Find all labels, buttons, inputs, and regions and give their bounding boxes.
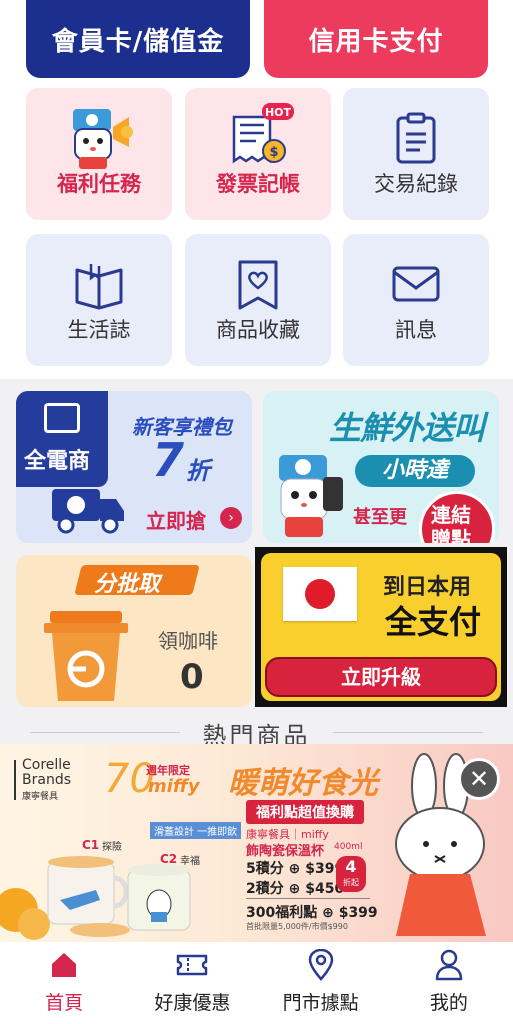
nav-label: 我的 — [429, 992, 468, 1014]
ticket-icon — [175, 948, 209, 982]
nav-profile[interactable]: 我的 — [385, 942, 513, 1024]
mascot-megaphone-icon — [59, 106, 139, 170]
offer-badge-number: 4 — [345, 857, 357, 876]
offer-1: 5積分 ⊕ $399 — [246, 861, 345, 877]
ecom-discount: 7 — [152, 433, 185, 487]
brand-divider — [14, 760, 16, 800]
offer-2: 2積分 ⊕ $450 — [246, 881, 345, 897]
fine-print: 首批限量5,000件/市價$990 — [246, 922, 348, 931]
location-pin-icon — [306, 948, 336, 982]
nav-label: 門市據點 — [282, 992, 359, 1014]
brand-cn: 康寧餐具 — [22, 792, 59, 802]
promo-fresh-delivery[interactable]: 生鮮外送叫 小時達 甚至更 連結 贈點 — [263, 391, 499, 543]
coffee-label: 領咖啡 — [158, 629, 218, 653]
tile-label: 交易紀錄 — [374, 172, 458, 196]
nav-label: 好康優惠 — [154, 992, 231, 1014]
fresh-title: 生鮮外送叫 — [329, 409, 485, 447]
product-name: 飾陶瓷保溫杯 — [246, 844, 325, 859]
fresh-badge-line2: 贈點 — [431, 527, 471, 543]
hot-badge: HOT — [265, 106, 292, 119]
nav-offers[interactable]: 好康優惠 — [128, 942, 256, 1024]
tile-label: 發票記帳 — [216, 172, 300, 196]
clipboard-icon — [386, 106, 446, 170]
tile-transaction-records[interactable]: 交易紀錄 — [343, 88, 489, 220]
home-icon — [49, 948, 79, 982]
nav-home[interactable]: 首頁 — [0, 942, 128, 1024]
tile-label: 商品收藏 — [216, 318, 300, 342]
fresh-tagline: 甚至更 — [353, 507, 407, 528]
member-card-button[interactable]: 會員卡/儲值金 — [26, 0, 250, 78]
heart-bookmark-icon — [228, 252, 288, 316]
offer-divider — [246, 898, 370, 899]
tile-label: 生活誌 — [67, 318, 131, 342]
nav-label: 首頁 — [45, 992, 84, 1014]
tile-label: 福利任務 — [57, 172, 141, 196]
svg-text:$: $ — [269, 145, 278, 160]
japan-line2: 全支付 — [385, 603, 482, 641]
coffee-count: 0 — [180, 657, 204, 697]
promo-coffee[interactable]: 分批取 領咖啡 0 — [16, 555, 252, 707]
close-icon[interactable]: ✕ — [458, 758, 500, 800]
miffy-banner[interactable]: Corelle Brands 康寧餐具 70 週年限定 miffy C1 探險 … — [0, 744, 513, 942]
envelope-icon — [386, 252, 446, 316]
ecom-discount-unit: 折 — [186, 457, 210, 485]
logo-icon — [44, 403, 80, 433]
bottom-nav: 首頁 好康優惠 門市據點 我的 — [0, 942, 513, 1024]
brand-line2: Brands — [22, 772, 71, 788]
tile-label: 訊息 — [395, 318, 437, 342]
feature-tag: 滑蓋設計 一推即飲 — [150, 822, 242, 839]
japan-upgrade-button[interactable]: 立即升級 — [265, 657, 497, 697]
banner-headline: 暖萌好食光 — [228, 766, 378, 801]
banner-sub: 福利點超值換購 — [246, 800, 364, 824]
promo-ecommerce[interactable]: 全電商 新客享禮包 7 折 立即搶 › — [16, 391, 252, 543]
fresh-subtitle: 小時達 — [355, 455, 475, 487]
open-book-icon — [69, 252, 129, 316]
app-screen: 會員卡/儲值金 信用卡支付 福利任務 $ HOT 發票記帳 交易紀錄 生活誌 商… — [0, 0, 513, 1024]
tile-welfare-tasks[interactable]: 福利任務 — [26, 88, 172, 220]
promo-japan-pay[interactable]: 到日本用 全支付 立即升級 — [255, 547, 507, 707]
ecom-cta[interactable]: 立即搶 — [146, 505, 206, 534]
truck-icon — [48, 485, 128, 539]
miffy-logo: miffy — [148, 776, 200, 797]
tile-favorites[interactable]: 商品收藏 — [185, 234, 331, 366]
japan-card: 到日本用 全支付 立即升級 — [261, 553, 501, 701]
tile-lifestyle[interactable]: 生活誌 — [26, 234, 172, 366]
promo-section: 全電商 新客享禮包 7 折 立即搶 › 生鮮外送叫 小時達 甚至更 連結 贈點 … — [0, 379, 513, 744]
brand-line1: Corelle — [22, 757, 71, 773]
japan-flag-icon — [283, 567, 357, 621]
coffee-cup-icon — [38, 609, 134, 707]
mugs-illustration — [0, 840, 230, 942]
offer-badge-sub: 折起 — [343, 878, 359, 887]
ecom-brand: 全電商 — [24, 449, 91, 474]
coffee-title: 分批取 — [94, 572, 161, 597]
receipt-coin-icon: $ HOT — [218, 103, 298, 170]
nav-stores[interactable]: 門市據點 — [257, 942, 385, 1024]
credit-card-button[interactable]: 信用卡支付 — [264, 0, 488, 78]
chevron-right-icon: › — [220, 507, 242, 529]
tile-messages[interactable]: 訊息 — [343, 234, 489, 366]
offer-badge: 4 折起 — [336, 856, 366, 892]
phone-icon — [323, 477, 343, 511]
product-size: 400ml — [334, 842, 363, 852]
user-icon — [434, 948, 464, 982]
tile-invoice-bookkeeping[interactable]: $ HOT 發票記帳 — [185, 88, 331, 220]
offer-3: 300福利點 ⊕ $399 — [246, 905, 378, 921]
